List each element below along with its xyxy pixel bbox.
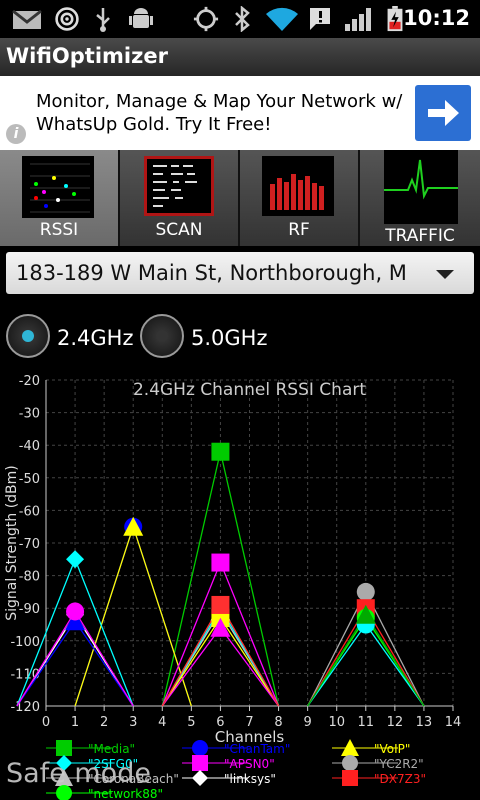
android-debug-icon <box>129 8 153 28</box>
radio-2-4ghz-dot <box>22 330 34 342</box>
data-point <box>211 595 230 614</box>
tab-scan-label: SCAN <box>155 220 203 240</box>
battery-charging-icon <box>387 6 403 32</box>
legend-label: "APSN0" <box>224 757 275 771</box>
legend-label: "YC2R2" <box>374 757 424 771</box>
legend-marker <box>342 755 358 771</box>
tab-scan[interactable]: SCAN <box>120 150 240 246</box>
radio-5-0ghz-dot <box>156 330 168 342</box>
tab-bar: RSSI SCAN RF TRAFFIC <box>0 150 480 248</box>
y-axis-title: Signal Strength (dBm) <box>4 465 20 621</box>
tab-rssi[interactable]: RSSI <box>0 150 120 246</box>
x-tick-label: 2 <box>100 715 108 730</box>
ad-info-icon[interactable]: i <box>6 124 26 144</box>
location-dropdown[interactable]: 183-189 W Main St, Northborough, M <box>6 252 474 294</box>
arrow-right-icon <box>428 100 459 126</box>
radio-2-4ghz[interactable] <box>6 314 50 358</box>
y-tick-label: -30 <box>19 407 40 422</box>
signal-icon <box>345 8 371 31</box>
legend-marker <box>56 740 72 756</box>
x-tick-label: 3 <box>129 715 137 730</box>
y-tick-label: -50 <box>19 472 40 487</box>
status-bar: 10:12 <box>0 0 480 38</box>
legend-label: "VoIP" <box>374 742 410 756</box>
bluetooth-icon <box>235 6 250 32</box>
x-tick-label: 9 <box>304 715 312 730</box>
tab-traffic[interactable]: TRAFFIC <box>360 150 480 246</box>
x-tick-label: 14 <box>445 715 462 730</box>
rssi-chart: -20-30-40-50-60-70-80-90-100-110-1200 1 2 3… <box>4 374 462 800</box>
y-tick-label: -90 <box>19 602 40 617</box>
x-tick-label: 1 <box>71 715 79 730</box>
legend-label: "DX7Z3" <box>374 772 426 786</box>
data-point <box>66 602 85 621</box>
clock: 10:12 <box>403 6 470 30</box>
tab-rf-label: RF <box>288 220 310 240</box>
tab-rf[interactable]: RF <box>240 150 360 246</box>
app-title: WifiOptimizer <box>6 44 168 68</box>
y-tick-label: -120 <box>10 700 40 715</box>
legend-label: "linksys" <box>224 772 276 786</box>
y-tick-label: -20 <box>19 374 40 389</box>
radio-5-0ghz-label[interactable]: 5.0GHz <box>191 326 267 350</box>
safe-mode-label: Safe mode <box>6 758 151 789</box>
tab-rssi-label: RSSI <box>39 220 79 240</box>
app-title-bar: WifiOptimizer <box>0 38 480 76</box>
legend-marker <box>192 740 208 756</box>
x-tick-label: 10 <box>328 715 345 730</box>
legend-marker <box>192 755 208 771</box>
data-point <box>211 442 230 461</box>
x-tick-label: 11 <box>358 715 375 730</box>
y-tick-label: -40 <box>19 439 40 454</box>
gmail-icon <box>12 9 42 29</box>
radio-5-0ghz[interactable] <box>140 314 184 358</box>
wifi-icon <box>266 7 298 32</box>
y-tick-label: -60 <box>19 504 40 519</box>
radio-2-4ghz-label[interactable]: 2.4GHz <box>57 326 133 350</box>
legend-marker <box>192 770 208 786</box>
data-point <box>356 582 375 601</box>
ad-banner[interactable]: Monitor, Manage & Map Your Network w/ Wh… <box>0 76 480 150</box>
x-tick-label: 13 <box>416 715 433 730</box>
gps-icon <box>193 6 219 32</box>
legend-marker <box>342 770 358 786</box>
x-tick-label: 5 <box>187 715 195 730</box>
location-value: 183-189 W Main St, Northborough, M <box>16 261 406 285</box>
traffic-thumbnail <box>384 150 458 224</box>
y-tick-label: -100 <box>10 635 40 650</box>
usb-icon <box>96 8 110 32</box>
ad-open-button[interactable] <box>415 85 471 141</box>
y-tick-label: -80 <box>19 570 40 585</box>
alert-icon <box>310 8 330 30</box>
ad-text[interactable]: Monitor, Manage & Map Your Network w/ Wh… <box>36 90 416 136</box>
app-swirl-icon <box>55 7 79 31</box>
tab-traffic-label: TRAFFIC <box>385 226 455 246</box>
rf-thumbnail <box>262 156 334 216</box>
chart-title: 2.4GHz Channel RSSI Chart <box>133 380 366 400</box>
scan-thumbnail <box>144 156 214 216</box>
data-point <box>211 553 230 572</box>
x-tick-label: 0 <box>42 715 50 730</box>
chevron-down-icon <box>436 270 454 279</box>
data-point <box>66 550 85 569</box>
rssi-thumbnail <box>22 156 94 218</box>
legend-label: "ChanTam" <box>224 742 290 756</box>
legend-label: "Media" <box>88 742 135 756</box>
x-tick-label: 4 <box>158 715 166 730</box>
x-tick-label: 12 <box>387 715 404 730</box>
y-tick-label: -70 <box>19 537 40 552</box>
